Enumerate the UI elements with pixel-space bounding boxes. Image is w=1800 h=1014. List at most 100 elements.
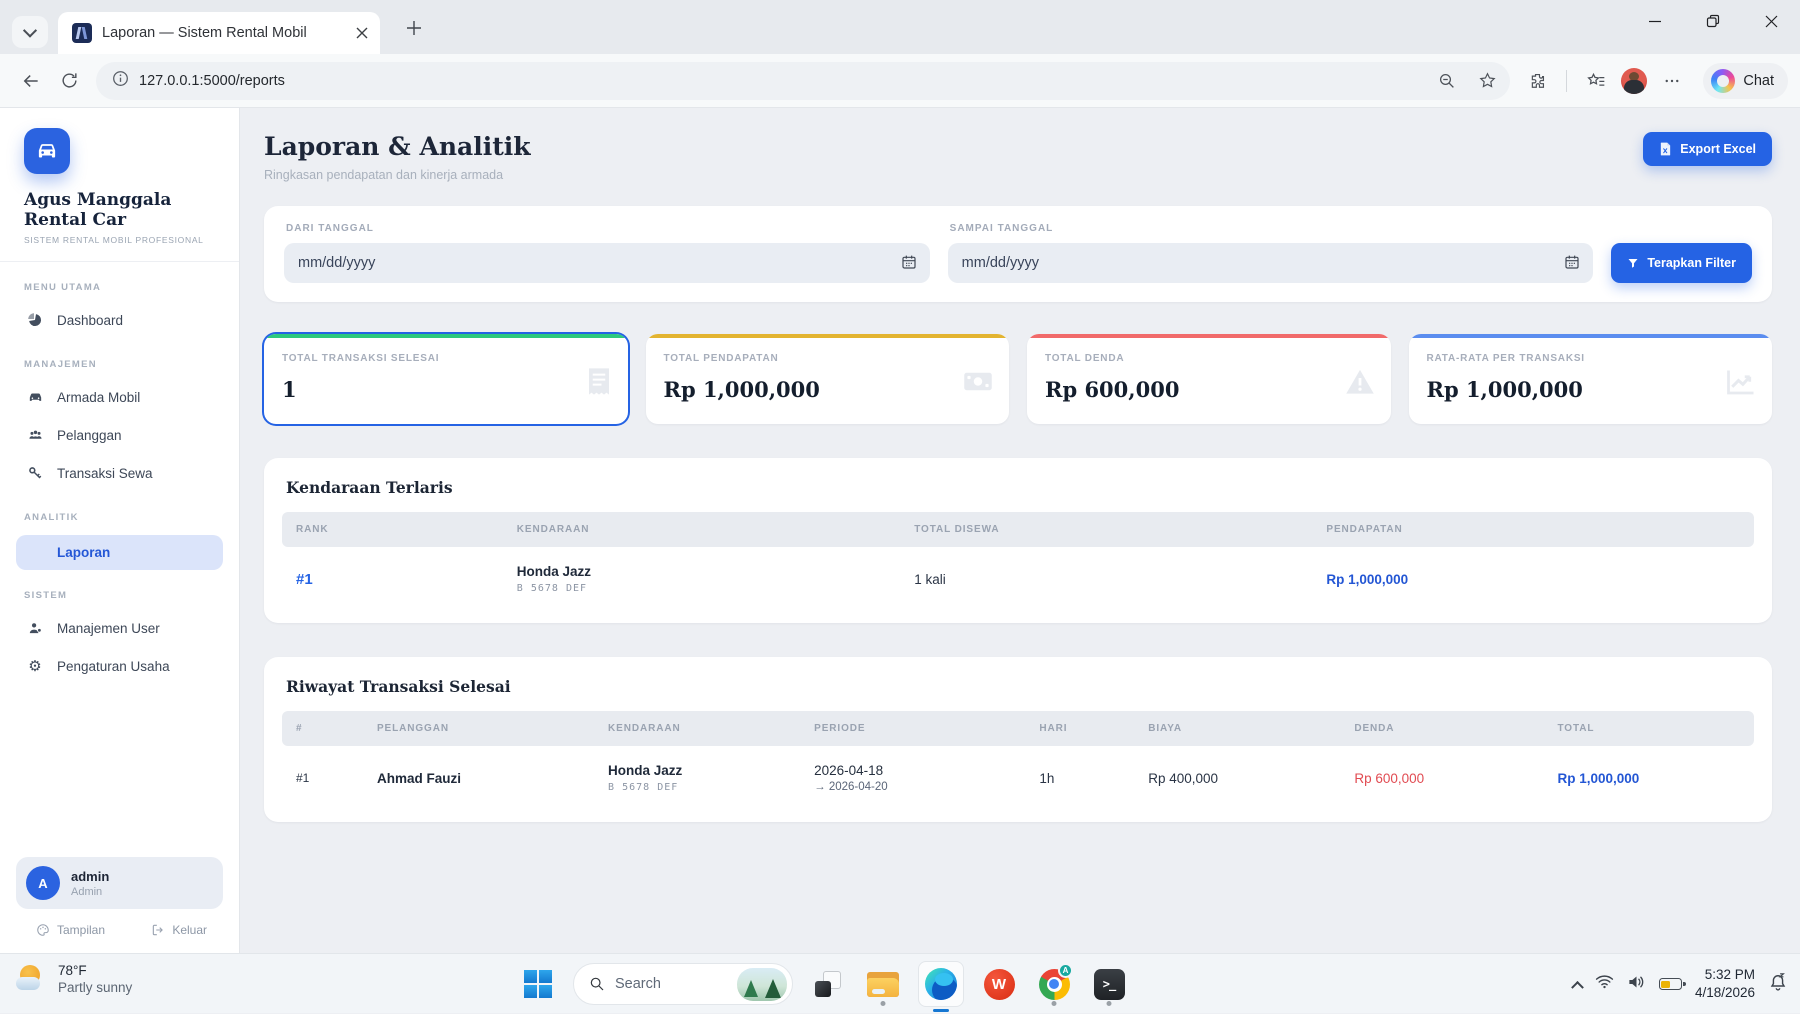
tab-search-button[interactable] xyxy=(12,16,48,48)
total-rented-cell: 1 kali xyxy=(900,547,1312,613)
sidebar-footer: Tampilan Keluar xyxy=(16,909,223,939)
column-header: TOTAL DISEWA xyxy=(900,512,1312,547)
sidebar-item-armada-mobil[interactable]: Armada Mobil xyxy=(16,378,223,416)
sidebar-item-pengaturan-usaha[interactable]: ⚙ Pengaturan Usaha xyxy=(16,647,223,685)
revenue-cell: Rp 1,000,000 xyxy=(1312,547,1754,613)
period-cell: 2026-04-18 → 2026-04-20 xyxy=(800,746,1025,812)
from-date-input[interactable] xyxy=(284,243,930,283)
column-header: KENDARAAN xyxy=(503,512,900,547)
extensions-icon[interactable] xyxy=(1518,62,1556,100)
column-header: TOTAL xyxy=(1543,711,1754,746)
stat-label: TOTAL TRANSAKSI SELESAI xyxy=(282,353,610,364)
bookmark-star-icon[interactable] xyxy=(1472,62,1502,100)
export-excel-button[interactable]: Export Excel xyxy=(1643,132,1772,166)
apply-filter-label: Terapkan Filter xyxy=(1647,256,1736,270)
vehicle-name: Honda Jazz xyxy=(517,564,886,579)
close-button[interactable] xyxy=(1742,0,1800,42)
search-icon xyxy=(589,976,605,992)
total-cell: Rp 1,000,000 xyxy=(1543,746,1754,812)
minimize-button[interactable] xyxy=(1626,0,1684,42)
tab-close-icon[interactable] xyxy=(356,27,368,39)
table-row: #1 Honda Jazz B 5678 DEF 1 kali Rp 1,000… xyxy=(282,547,1754,613)
edge-icon xyxy=(925,968,957,1000)
new-tab-button[interactable] xyxy=(400,14,428,42)
apply-filter-button[interactable]: Terapkan Filter xyxy=(1611,243,1752,283)
chat-label: Chat xyxy=(1743,73,1774,89)
sidebar-item-label: Laporan xyxy=(57,545,110,560)
stat-card-total-transaksi: TOTAL TRANSAKSI SELESAI 1 xyxy=(264,334,628,424)
address-bar[interactable]: 127.0.0.1:5000/reports xyxy=(96,62,1510,100)
tab-title: Laporan — Sistem Rental Mobil xyxy=(102,25,346,41)
cost-cell: Rp 400,000 xyxy=(1134,746,1340,812)
sidebar-item-transaksi-sewa[interactable]: Transaksi Sewa xyxy=(16,454,223,492)
dashboard-icon xyxy=(26,311,44,329)
stat-value: 1 xyxy=(282,377,610,402)
browser-tab[interactable]: Laporan — Sistem Rental Mobil xyxy=(58,12,380,54)
search-highlight-image[interactable] xyxy=(737,968,787,1001)
back-icon[interactable] xyxy=(12,62,50,100)
taskbar-search[interactable]: Search xyxy=(573,963,793,1005)
page-info-icon[interactable] xyxy=(112,70,129,92)
receipt-icon xyxy=(586,367,612,402)
sidebar-item-label: Pelanggan xyxy=(57,428,122,443)
keluar-label: Keluar xyxy=(172,923,207,937)
edge-browser-button[interactable] xyxy=(918,961,964,1007)
taskbar-clock[interactable]: 5:32 PM 4/18/2026 xyxy=(1695,966,1755,1001)
stat-value: Rp 1,000,000 xyxy=(664,377,992,402)
tray-chevron-up-icon[interactable] xyxy=(1571,980,1584,993)
calendar-icon[interactable] xyxy=(1564,254,1580,275)
brand-subtitle: SISTEM RENTAL MOBIL PROFESIONAL xyxy=(24,235,223,245)
refresh-icon[interactable] xyxy=(50,62,88,100)
task-view-button[interactable] xyxy=(808,961,848,1007)
rank-cell: #1 xyxy=(282,547,503,613)
favorites-bar-icon[interactable] xyxy=(1577,62,1615,100)
wps-office-button[interactable]: W xyxy=(979,961,1019,1007)
stat-accent-bar xyxy=(1409,334,1773,338)
terminal-button[interactable]: >_ xyxy=(1089,961,1129,1007)
sidebar-item-laporan[interactable]: Laporan xyxy=(16,535,223,570)
volume-icon[interactable] xyxy=(1627,974,1646,995)
chrome-button[interactable]: A xyxy=(1034,961,1074,1007)
menu-ellipsis-icon[interactable] xyxy=(1653,62,1691,100)
user-card[interactable]: A admin Admin xyxy=(16,857,223,909)
notification-bell-icon[interactable] xyxy=(1768,972,1788,997)
to-date-input[interactable] xyxy=(948,243,1594,283)
sidebar-item-pelanggan[interactable]: Pelanggan xyxy=(16,416,223,454)
battery-icon[interactable] xyxy=(1659,978,1682,990)
car-icon xyxy=(26,388,44,406)
taskbar: 78°F Partly sunny Search W A >_ xyxy=(0,953,1800,1013)
key-icon xyxy=(26,464,44,482)
file-explorer-button[interactable] xyxy=(863,961,903,1007)
table-row: #1 Ahmad Fauzi Honda Jazz B 5678 DEF 202… xyxy=(282,746,1754,812)
zoom-out-icon[interactable] xyxy=(1432,62,1462,100)
brand-title: Agus Manggala Rental Car xyxy=(24,190,223,230)
stat-value: Rp 600,000 xyxy=(1045,377,1373,402)
sidebar-item-dashboard[interactable]: Dashboard xyxy=(16,301,223,339)
sidebar-item-manajemen-user[interactable]: Manajemen User xyxy=(16,609,223,647)
vehicle-plate: B 5678 DEF xyxy=(608,782,786,793)
vehicle-plate: B 5678 DEF xyxy=(517,583,886,594)
terminal-icon: >_ xyxy=(1094,969,1125,1000)
fine-cell: Rp 600,000 xyxy=(1340,746,1543,812)
excel-file-icon xyxy=(1659,142,1672,156)
url-text[interactable]: 127.0.0.1:5000/reports xyxy=(139,73,1422,89)
column-header: # xyxy=(282,711,363,746)
search-placeholder: Search xyxy=(615,976,727,992)
filter-funnel-icon xyxy=(1627,257,1639,269)
palette-icon xyxy=(36,923,50,937)
copilot-chat-button[interactable]: Chat xyxy=(1703,63,1788,99)
tampilan-button[interactable]: Tampilan xyxy=(36,923,105,937)
start-button[interactable] xyxy=(518,961,558,1007)
profile-avatar[interactable] xyxy=(1621,68,1647,94)
filter-card: DARI TANGGAL SAMPAI TANGGAL xyxy=(264,206,1772,302)
restore-button[interactable] xyxy=(1684,0,1742,42)
from-date-label: DARI TANGGAL xyxy=(286,223,928,234)
wifi-icon[interactable] xyxy=(1595,974,1614,994)
browser-tabstrip: Laporan — Sistem Rental Mobil xyxy=(0,0,1800,54)
toolbar-actions: Chat xyxy=(1518,62,1788,100)
weather-widget[interactable]: 78°F Partly sunny xyxy=(14,963,132,995)
keluar-button[interactable]: Keluar xyxy=(151,923,207,937)
nav-heading-analitik: ANALITIK xyxy=(24,512,215,523)
calendar-icon[interactable] xyxy=(901,254,917,275)
top-vehicles-table: RANK KENDARAAN TOTAL DISEWA PENDAPATAN #… xyxy=(282,512,1754,613)
